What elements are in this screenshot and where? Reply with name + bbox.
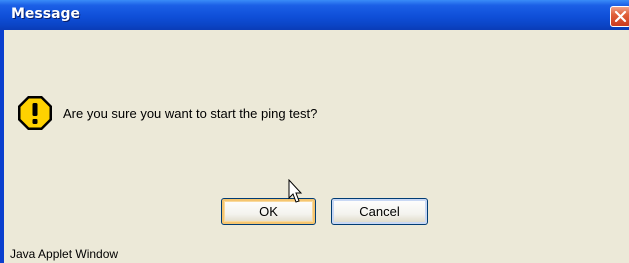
message-dialog: Message Are you sure you want to start t… <box>0 0 629 263</box>
close-icon <box>614 10 627 23</box>
title-bar[interactable]: Message <box>0 0 629 30</box>
dialog-body: Are you sure you want to start the ping … <box>4 30 629 263</box>
applet-status-label: Java Applet Window <box>10 247 119 261</box>
pointer-cursor-icon <box>288 179 303 203</box>
dialog-message: Are you sure you want to start the ping … <box>63 106 318 121</box>
window-title: Message <box>11 6 81 22</box>
close-button[interactable] <box>610 6 629 27</box>
cancel-button[interactable]: Cancel <box>331 198 428 225</box>
warning-icon <box>18 96 52 130</box>
